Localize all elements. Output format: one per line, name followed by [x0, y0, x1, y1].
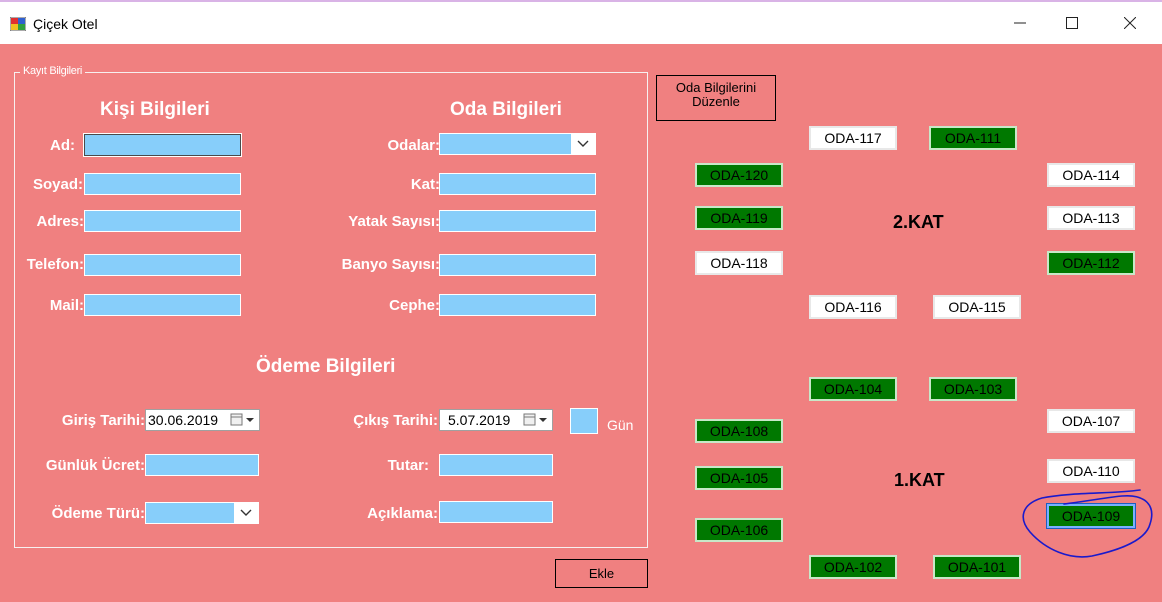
chevron-down-icon	[577, 140, 589, 147]
telefon-field[interactable]	[84, 254, 241, 276]
room-114-button[interactable]: ODA-114	[1047, 163, 1135, 187]
room-116-button[interactable]: ODA-116	[809, 295, 897, 319]
minimize-icon	[1014, 22, 1026, 24]
gunluk-ucret-field[interactable]	[145, 454, 259, 476]
room-119-button[interactable]: ODA-119	[695, 206, 783, 230]
soyad-field[interactable]	[84, 173, 241, 195]
adres-label: Adres:	[36, 213, 84, 230]
edit-rooms-button[interactable]: Oda Bilgilerini Düzenle	[656, 75, 776, 121]
room-115-button[interactable]: ODA-115	[933, 295, 1021, 319]
cephe-field[interactable]	[439, 294, 596, 316]
odeme-turu-label: Ödeme Türü:	[51, 505, 145, 522]
room-120-button[interactable]: ODA-120	[695, 163, 783, 187]
room-118-button[interactable]: ODA-118	[695, 251, 783, 275]
room-117-button[interactable]: ODA-117	[809, 126, 897, 150]
gunluk-ucret-label: Günlük Ücret:	[45, 457, 145, 474]
tutar-field[interactable]	[439, 454, 553, 476]
person-info-title: Kişi Bilgileri	[100, 99, 210, 120]
app-window-icon	[10, 17, 26, 31]
mail-field[interactable]	[84, 294, 241, 316]
aciklama-label: Açıklama:	[367, 505, 438, 522]
adres-field[interactable]	[84, 210, 241, 232]
kat-field[interactable]	[439, 173, 596, 195]
floor-1-label: 1.KAT	[894, 470, 945, 490]
cikis-date-picker[interactable]: 5.07.2019	[439, 409, 553, 431]
minimize-button[interactable]	[994, 2, 1046, 44]
day-count-field[interactable]	[570, 408, 598, 434]
giris-tarihi-label: Giriş Tarihi:	[61, 412, 145, 429]
window-title: Çiçek Otel	[33, 16, 98, 32]
close-button[interactable]	[1104, 2, 1156, 44]
yatak-sayisi-field[interactable]	[439, 210, 596, 232]
room-103-button[interactable]: ODA-103	[929, 377, 1017, 401]
room-101-button[interactable]: ODA-101	[933, 555, 1021, 579]
cephe-label: Cephe:	[389, 297, 440, 314]
room-106-button[interactable]: ODA-106	[695, 518, 783, 542]
ad-label: Ad:	[50, 137, 75, 154]
mail-label: Mail:	[49, 297, 84, 314]
banyo-sayisi-field[interactable]	[439, 254, 596, 276]
calendar-dropdown-icon[interactable]	[523, 413, 549, 427]
room-110-button[interactable]: ODA-110	[1047, 459, 1135, 483]
yatak-sayisi-label: Yatak Sayısı:	[348, 213, 440, 230]
gun-label: Gün	[607, 417, 634, 433]
giris-date-picker[interactable]: 30.06.2019	[145, 409, 260, 431]
room-info-title: Oda Bilgileri	[450, 99, 562, 120]
odalar-dropdown-button[interactable]	[571, 134, 595, 154]
title-bar[interactable]: Çiçek Otel	[0, 2, 1162, 44]
room-111-button[interactable]: ODA-111	[929, 126, 1017, 150]
maximize-button[interactable]	[1046, 2, 1098, 44]
odalar-combobox[interactable]	[439, 133, 596, 155]
floor-2-label: 2.KAT	[893, 212, 944, 232]
cikis-date-value: 5.07.2019	[448, 412, 511, 428]
aciklama-field[interactable]	[439, 501, 553, 523]
ad-field[interactable]	[83, 133, 242, 157]
odeme-turu-dropdown-button[interactable]	[234, 503, 258, 523]
calendar-dropdown-icon[interactable]	[230, 413, 256, 427]
room-102-button[interactable]: ODA-102	[809, 555, 897, 579]
odeme-turu-combobox[interactable]	[145, 502, 259, 524]
room-104-button[interactable]: ODA-104	[809, 377, 897, 401]
kat-label: Kat:	[410, 176, 440, 193]
banyo-sayisi-label: Banyo Sayısı:	[341, 256, 440, 273]
close-icon	[1124, 17, 1136, 29]
add-button[interactable]: Ekle	[555, 559, 648, 588]
maximize-icon	[1066, 17, 1078, 29]
odalar-label: Odalar:	[387, 137, 440, 154]
room-113-button[interactable]: ODA-113	[1047, 206, 1135, 230]
room-109-button[interactable]: ODA-109	[1046, 503, 1136, 529]
giris-date-value: 30.06.2019	[148, 412, 219, 428]
tutar-label: Tutar:	[387, 457, 429, 474]
telefon-label: Telefon:	[26, 256, 84, 273]
room-105-button[interactable]: ODA-105	[695, 466, 783, 490]
room-112-button[interactable]: ODA-112	[1047, 251, 1135, 275]
room-107-button[interactable]: ODA-107	[1047, 409, 1135, 433]
room-108-button[interactable]: ODA-108	[695, 419, 783, 443]
groupbox-legend: Kayıt Bilgileri	[20, 65, 86, 77]
chevron-down-icon	[240, 509, 252, 516]
cikis-tarihi-label: Çıkış Tarihi:	[353, 412, 438, 429]
soyad-label: Soyad:	[32, 176, 83, 193]
payment-info-title: Ödeme Bilgileri	[256, 356, 396, 377]
